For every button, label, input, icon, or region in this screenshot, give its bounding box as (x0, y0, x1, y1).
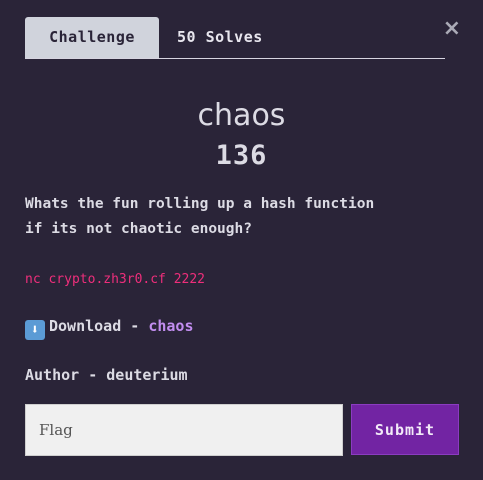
connection-command: nc crypto.zh3r0.cf 2222 (25, 272, 206, 287)
close-icon[interactable]: × (443, 16, 461, 42)
challenge-description: Whats the fun rolling up a hash function… (25, 192, 465, 242)
flag-input[interactable] (25, 404, 343, 456)
tab-challenge[interactable]: Challenge (25, 17, 159, 58)
submit-button[interactable]: Submit (351, 404, 459, 455)
challenge-points: 136 (215, 140, 268, 171)
challenge-modal: Challenge 50 Solves × chaos 136 Whats th… (0, 0, 483, 480)
download-row: ⬇ Download - chaos (25, 314, 194, 340)
download-icon: ⬇ (25, 320, 45, 340)
challenge-author: Author - deuterium (25, 366, 188, 384)
download-label: Download - (49, 317, 149, 335)
tab-solves[interactable]: 50 Solves (177, 17, 263, 58)
challenge-title: chaos (197, 98, 286, 133)
description-line: if its not chaotic enough? (25, 221, 252, 237)
description-line: Whats the fun rolling up a hash function (25, 196, 375, 212)
tab-bar: Challenge 50 Solves (25, 17, 445, 59)
download-link[interactable]: chaos (148, 317, 193, 335)
